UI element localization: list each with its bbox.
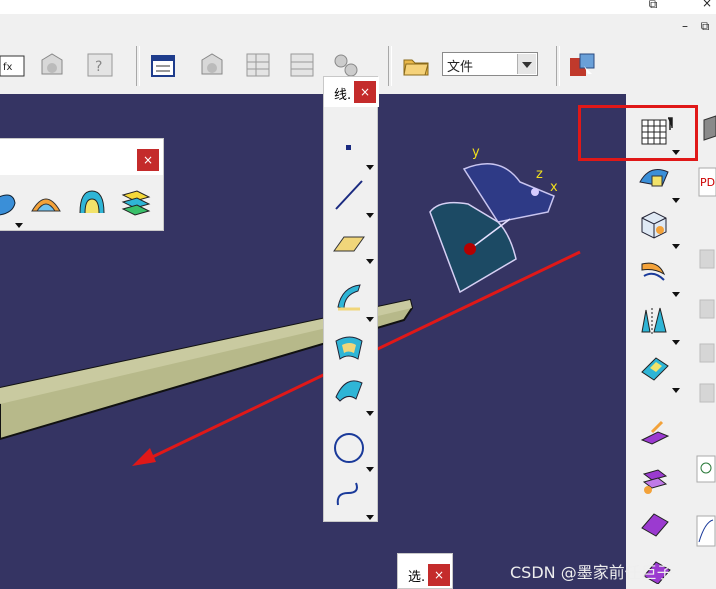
- patch-icon[interactable]: [332, 331, 366, 365]
- dome-icon[interactable]: [29, 187, 63, 219]
- package-icon[interactable]: [568, 50, 596, 80]
- point-icon[interactable]: [334, 133, 364, 163]
- catalog-icon[interactable]: [38, 50, 66, 80]
- wizard-icon[interactable]: [636, 162, 672, 196]
- sketch-icon[interactable]: [638, 464, 672, 498]
- dropdown-arrow-icon[interactable]: [672, 340, 680, 345]
- compass-x-label: x: [550, 180, 558, 195]
- compass-axis[interactable]: y z x: [429, 145, 558, 294]
- compass-y-label: y: [472, 145, 480, 160]
- mdi-bar: – ⧉: [0, 14, 716, 38]
- toolbar-separator: [388, 46, 392, 86]
- dropdown-arrow-icon[interactable]: [366, 259, 374, 264]
- compass-z-label: z: [536, 167, 543, 182]
- table2-icon[interactable]: [288, 50, 316, 80]
- dropdown-arrow-icon[interactable]: [366, 165, 374, 170]
- floating-toolbar-shapes: ×: [0, 138, 164, 231]
- coin-icon[interactable]: [638, 418, 672, 452]
- pad-icon[interactable]: [638, 506, 672, 540]
- open-folder-icon[interactable]: [402, 50, 430, 80]
- file-combo-value: 文件: [447, 60, 474, 75]
- restore-button[interactable]: ⧉: [644, 0, 662, 13]
- dropdown-arrow-icon[interactable]: [366, 411, 374, 416]
- line-icon[interactable]: [332, 177, 366, 213]
- pdf-icon[interactable]: PD: [698, 166, 716, 198]
- properties-icon[interactable]: [150, 50, 178, 80]
- spline-icon[interactable]: [332, 477, 366, 513]
- close-icon[interactable]: ×: [137, 149, 159, 171]
- function-icon[interactable]: fx: [0, 50, 28, 80]
- analysis-icon[interactable]: [696, 454, 716, 484]
- dropdown-arrow-icon[interactable]: [366, 515, 374, 520]
- loft-icon[interactable]: [75, 187, 109, 219]
- disabled-tools-icon: [699, 249, 715, 403]
- floating-toolbar-line: 线. ×: [323, 76, 379, 522]
- dropdown-arrow-icon[interactable]: [672, 292, 680, 297]
- fill-icon[interactable]: [638, 352, 672, 386]
- close-icon[interactable]: ×: [354, 81, 376, 103]
- cube-icon[interactable]: [638, 208, 672, 242]
- file-combo[interactable]: 文件: [442, 52, 538, 76]
- dropdown-arrow-icon[interactable]: [15, 223, 23, 228]
- tool-icon[interactable]: [702, 114, 716, 144]
- dropdown-arrow-icon[interactable]: [672, 198, 680, 203]
- floating-toolbar-select: 选. ×: [397, 553, 453, 589]
- floating-toolbar-title: 线.: [334, 88, 352, 103]
- dropdown-arrow-icon[interactable]: [366, 317, 374, 322]
- circle-icon[interactable]: [332, 429, 366, 467]
- dropdown-arrow-icon[interactable]: [672, 388, 680, 393]
- close-button[interactable]: ×: [698, 0, 716, 12]
- dropdown-arrow-icon[interactable]: [366, 467, 374, 472]
- minimize-button[interactable]: –: [676, 17, 694, 35]
- window-title-strip: ⧉ ×: [0, 0, 716, 14]
- stack-icon[interactable]: [119, 187, 153, 219]
- annotation-highlight-box: [578, 105, 698, 161]
- dropdown-arrow-icon[interactable]: [366, 213, 374, 218]
- table-icon[interactable]: [244, 50, 272, 80]
- sweep-icon[interactable]: [332, 373, 366, 407]
- toolbar-separator: [556, 46, 560, 86]
- restore-window-button[interactable]: ⧉: [696, 17, 714, 35]
- graph-icon[interactable]: [696, 514, 716, 548]
- toolbar-separator: [136, 46, 140, 86]
- svg-text:fx: fx: [3, 62, 13, 73]
- curve-icon[interactable]: [638, 256, 672, 290]
- right-toolbar: PD: [626, 94, 716, 589]
- catalog2-icon[interactable]: [198, 50, 226, 80]
- svg-text:PD: PD: [700, 176, 715, 189]
- plane-icon[interactable]: [332, 231, 366, 257]
- dropdown-arrow-icon[interactable]: [672, 244, 680, 249]
- split-icon[interactable]: [638, 304, 672, 338]
- svg-text:?: ?: [95, 59, 102, 75]
- help-icon[interactable]: ?: [86, 50, 114, 80]
- watermark: CSDN @墨家前任巨子: [510, 563, 673, 582]
- chevron-down-icon[interactable]: [517, 54, 536, 74]
- surface-icon[interactable]: [332, 279, 366, 315]
- close-icon[interactable]: ×: [428, 564, 450, 586]
- floating-toolbar-title: 选.: [408, 570, 426, 585]
- shape-icon[interactable]: [0, 187, 25, 219]
